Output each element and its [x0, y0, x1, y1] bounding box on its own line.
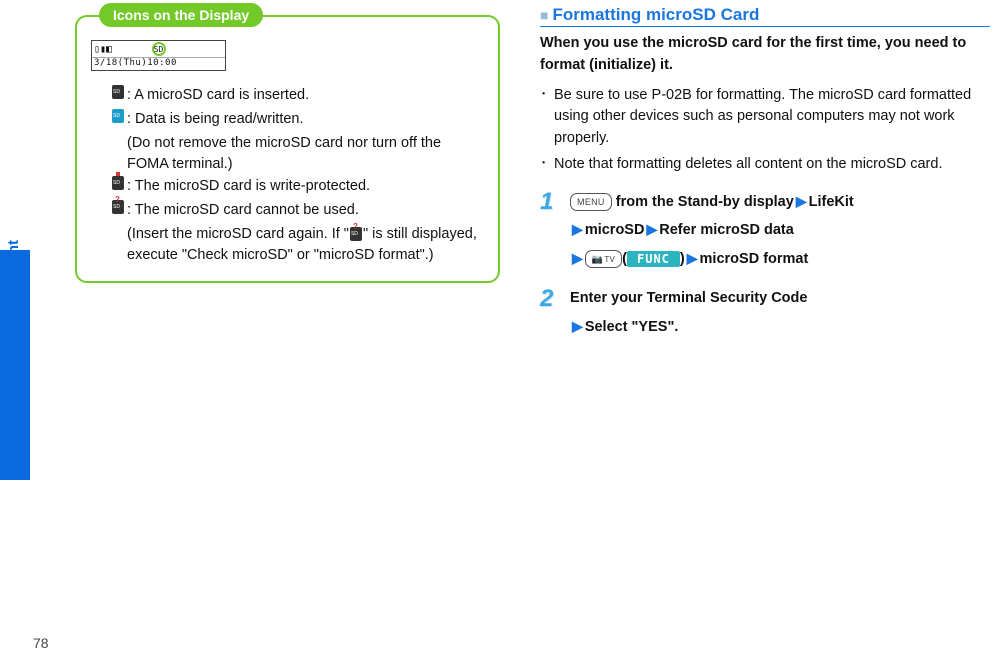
signal-icons: ▯▮◧	[94, 44, 112, 55]
arrow-icon: ▶	[572, 250, 583, 266]
bullet-item: ･ Be sure to use P-02B for formatting. T…	[540, 85, 990, 150]
step-number-1: 1	[540, 188, 566, 216]
step1-lifekit: LifeKit	[809, 194, 854, 210]
camera-key-icon	[585, 250, 622, 268]
legend-sub: (Insert the microSD card again. If "" is…	[127, 224, 484, 268]
step-2: 2 Enter your Terminal Security Code ▶Sel…	[540, 285, 990, 341]
side-section-label: More Convenient	[5, 240, 22, 362]
display-datetime: 3/18(Thu)10:00	[92, 58, 225, 70]
intro-text: When you use the microSD card for the ﬁr…	[540, 33, 990, 77]
left-column: Icons on the Display ▯▮◧ SD 3/18(Thu)10:…	[75, 5, 500, 283]
legend-text: : Data is being read/written.	[127, 109, 484, 131]
section-heading: ■Formatting microSD Card	[540, 5, 990, 27]
phone-display-mock: ▯▮◧ SD 3/18(Thu)10:00	[91, 40, 226, 71]
step1-format: microSD format	[700, 251, 809, 267]
bullet-text: Be sure to use P-02B for formatting. The…	[554, 85, 990, 150]
step1-refer: Refer microSD data	[659, 222, 794, 238]
sd-error-icon	[109, 200, 127, 222]
bullet-dot: ･	[540, 154, 554, 176]
step2-line1: Enter your Terminal Security Code	[570, 290, 807, 306]
page-number: 78	[33, 635, 49, 651]
sd-readwrite-icon	[109, 109, 127, 131]
heading-square-icon: ■	[540, 7, 548, 23]
func-pill: FUNC	[627, 251, 680, 267]
arrow-icon: ▶	[796, 193, 807, 209]
bullet-item: ･ Note that formatting deletes all conte…	[540, 154, 990, 176]
side-tab-gray	[0, 480, 30, 590]
icons-on-display-box: Icons on the Display ▯▮◧ SD 3/18(Thu)10:…	[75, 15, 500, 283]
arrow-icon: ▶	[572, 221, 583, 237]
heading-text: Formatting microSD Card	[552, 5, 759, 24]
arrow-icon: ▶	[646, 221, 657, 237]
step1-microsd: microSD	[585, 222, 645, 238]
step1-text1: from the Stand-by display	[612, 194, 794, 210]
box-title: Icons on the Display	[99, 3, 263, 27]
menu-key-icon	[570, 193, 612, 211]
bullet-dot: ･	[540, 85, 554, 150]
sd-inserted-icon	[109, 85, 127, 107]
sd-error-inline-icon	[350, 227, 362, 241]
step-number-2: 2	[540, 285, 566, 313]
arrow-icon: ▶	[572, 318, 583, 334]
legend-sub: (Do not remove the microSD card nor turn…	[127, 133, 484, 177]
legend-text: : A microSD card is inserted.	[127, 85, 484, 107]
legend-sub-prefix: (Insert the microSD card again. If "	[127, 226, 349, 242]
sd-highlighted-icon: SD	[152, 42, 166, 56]
bullet-text: Note that formatting deletes all content…	[554, 154, 942, 176]
right-column: ■Formatting microSD Card When you use th…	[540, 5, 990, 351]
step-1: 1 from the Stand-by display▶LifeKit ▶mic…	[540, 188, 990, 274]
legend-text: : The microSD card is write-protected.	[127, 176, 484, 198]
step2-line2: Select "YES".	[585, 319, 679, 335]
arrow-icon: ▶	[687, 250, 698, 266]
icon-legend: : A microSD card is inserted. : Data is …	[109, 85, 484, 267]
legend-text: : The microSD card cannot be used.	[127, 200, 484, 222]
